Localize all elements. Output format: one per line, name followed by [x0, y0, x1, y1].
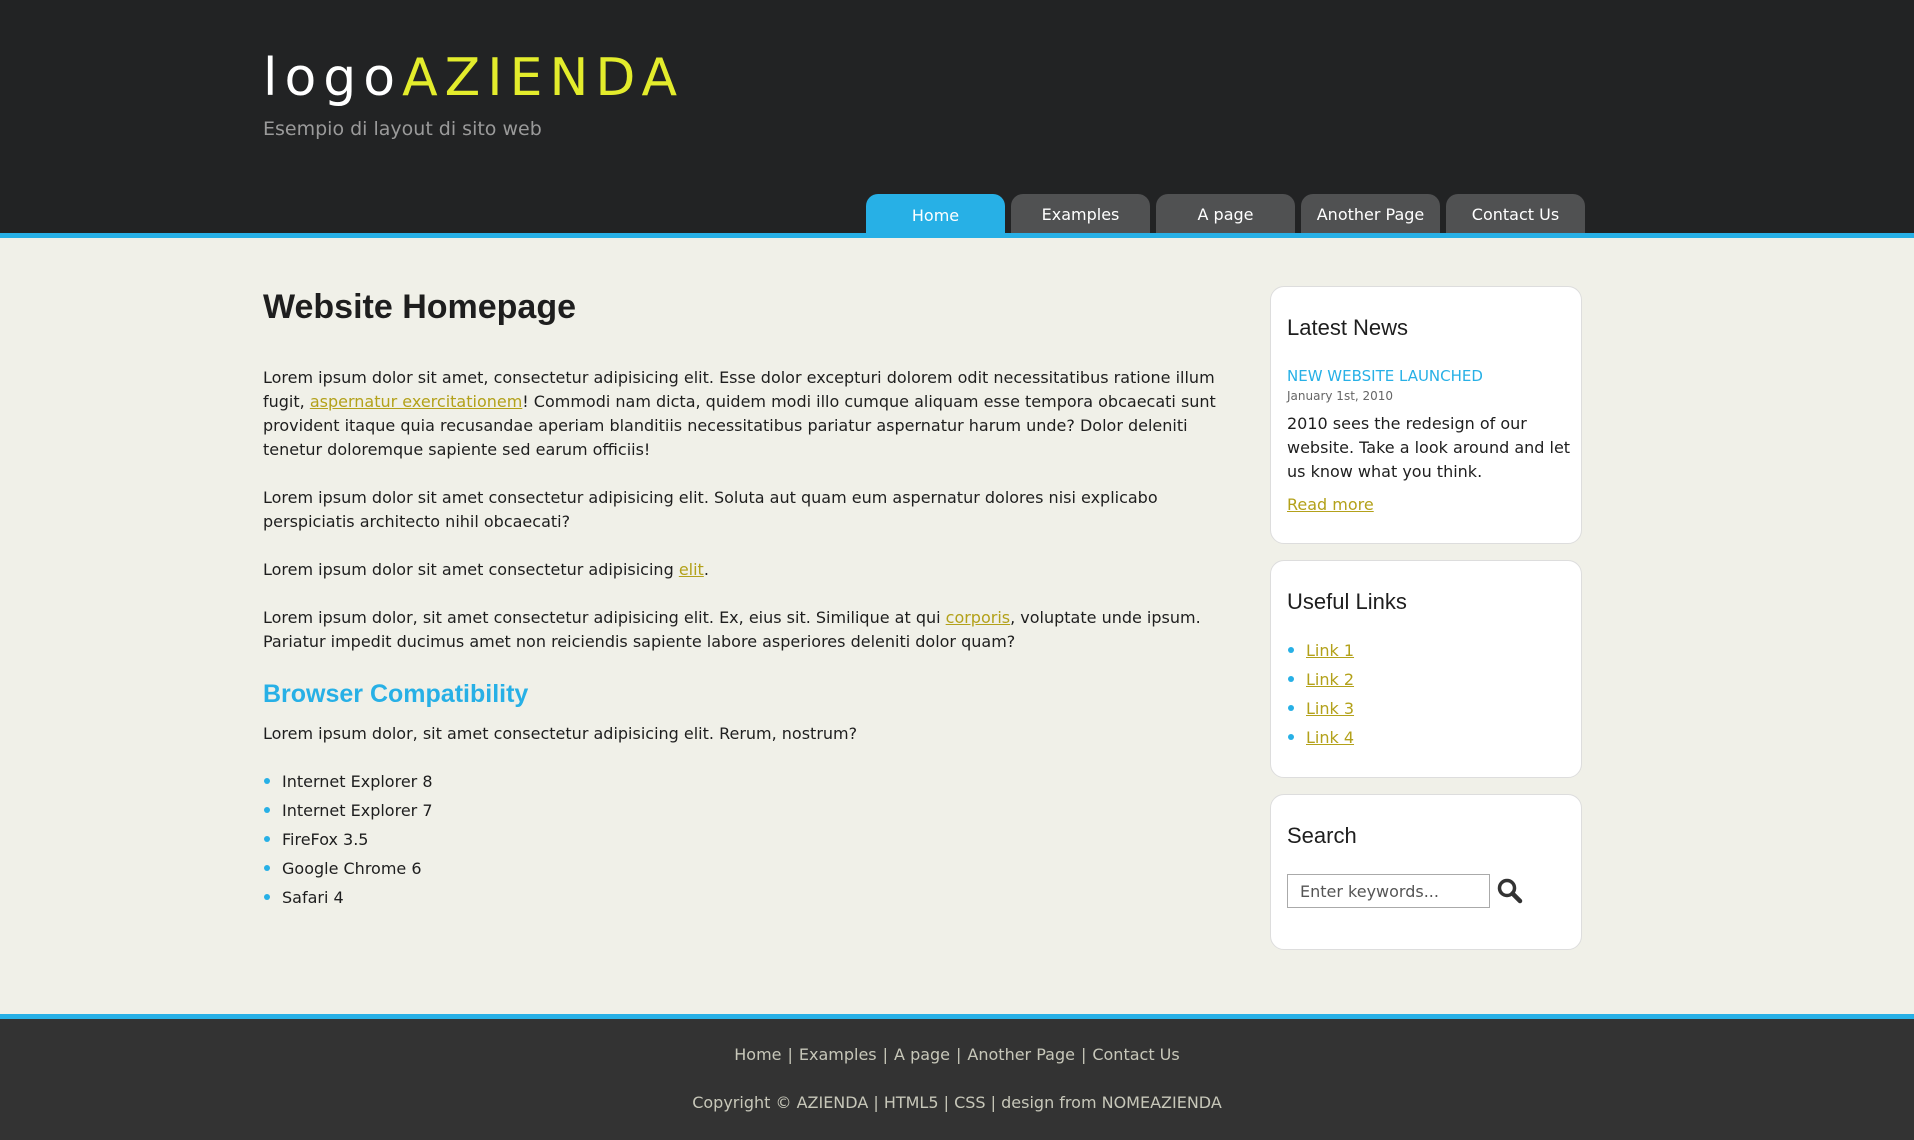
search-card: Search: [1270, 794, 1582, 950]
useful-links-title: Useful Links: [1287, 589, 1407, 614]
news-text: 2010 sees the redesign of our website. T…: [1287, 414, 1571, 481]
main-nav: Home Examples A page Another Page Contac…: [866, 194, 1585, 235]
copyright-text: Copyright © AZIENDA | HTML5 | CSS | desi…: [692, 1093, 1222, 1112]
search-title: Search: [1287, 823, 1357, 848]
list-item: Internet Explorer 7: [263, 801, 433, 830]
list-item: FireFox 3.5: [263, 830, 433, 859]
nav-tab-contact-us[interactable]: Contact Us: [1446, 194, 1585, 233]
footer-link-a-page[interactable]: A page: [894, 1045, 950, 1064]
footer-separator: |: [956, 1045, 962, 1064]
footer-nav: Home | Examples | A page | Another Page | Contac…: [0, 1045, 1914, 1064]
site-logo[interactable]: logoAZIENDA: [263, 48, 684, 108]
footer-separator: |: [787, 1045, 793, 1064]
paragraph-2: Lorem ipsum dolor sit amet consectetur a…: [263, 488, 1158, 531]
paragraph-3-text-a: Lorem ipsum dolor sit amet consectetur a…: [263, 560, 679, 579]
nav-tab-examples[interactable]: Examples: [1011, 194, 1150, 233]
useful-link-3[interactable]: Link 3: [1306, 699, 1354, 718]
paragraph-1: Lorem ipsum dolor sit amet, consectetur …: [263, 366, 1243, 462]
news-date: January 1st, 2010: [1287, 389, 1394, 403]
page-title: Website Homepage: [263, 288, 577, 326]
useful-link-1[interactable]: Link 1: [1306, 641, 1354, 660]
paragraph-3: Lorem ipsum dolor sit amet consectetur a…: [263, 558, 1243, 582]
logo-accent: AZIENDA: [402, 48, 685, 108]
useful-link-2[interactable]: Link 2: [1306, 670, 1354, 689]
paragraph-4: Lorem ipsum dolor, sit amet consectetur …: [263, 606, 1243, 654]
paragraph-3-link[interactable]: elit: [679, 560, 704, 579]
browser-compat-title: Browser Compatibility: [263, 680, 529, 708]
list-item: Link 3: [1287, 699, 1354, 728]
footer-link-home[interactable]: Home: [734, 1045, 781, 1064]
list-item: Internet Explorer 8: [263, 772, 433, 801]
list-item: Link 2: [1287, 670, 1354, 699]
logo-prefix: logo: [263, 48, 403, 108]
latest-news-card: Latest News NEW WEBSITE LAUNCHED January…: [1270, 286, 1582, 544]
list-item: Safari 4: [263, 888, 433, 917]
list-item: Link 1: [1287, 641, 1354, 670]
latest-news-title: Latest News: [1287, 315, 1409, 340]
footer-link-contact-us[interactable]: Contact Us: [1092, 1045, 1179, 1064]
paragraph-1-link[interactable]: aspernatur exercitationem: [310, 392, 522, 411]
list-item: Link 4: [1287, 728, 1354, 757]
browser-list: Internet Explorer 8 Internet Explorer 7 …: [263, 772, 433, 917]
nav-tab-a-page[interactable]: A page: [1156, 194, 1295, 233]
footer-separator: |: [1080, 1045, 1087, 1064]
site-tagline: Esempio di layout di sito web: [263, 118, 542, 140]
search-button[interactable]: [1496, 877, 1524, 905]
search-input[interactable]: [1287, 874, 1490, 908]
footer-link-examples[interactable]: Examples: [799, 1045, 877, 1064]
search-icon: [1497, 878, 1523, 904]
site-footer: Home | Examples | A page | Another Page | Contac…: [0, 1019, 1914, 1140]
paragraph-5: Lorem ipsum dolor, sit amet consectetur …: [263, 724, 858, 743]
footer-separator: |: [882, 1045, 889, 1064]
paragraph-3-text-b: .: [703, 560, 709, 579]
read-more-link[interactable]: Read more: [1287, 495, 1374, 514]
useful-link-4[interactable]: Link 4: [1306, 728, 1354, 747]
useful-links-list: Link 1 Link 2 Link 3 Link 4: [1287, 641, 1354, 757]
paragraph-4-link[interactable]: corporis: [946, 608, 1010, 627]
useful-links-card: Useful Links Link 1 Link 2 Link 3 Link 4: [1270, 560, 1582, 778]
paragraph-4-text-a: Lorem ipsum dolor, sit amet consectetur …: [263, 608, 946, 627]
site-header: logoAZIENDA Esempio di layout di sito we…: [0, 0, 1914, 235]
footer-link-another-page[interactable]: Another Page: [967, 1045, 1075, 1064]
nav-tab-home[interactable]: Home: [866, 194, 1005, 235]
list-item: Google Chrome 6: [263, 859, 433, 888]
nav-tab-another-page[interactable]: Another Page: [1301, 194, 1440, 233]
news-headline: NEW WEBSITE LAUNCHED: [1287, 367, 1483, 385]
header-divider: [0, 233, 1914, 238]
